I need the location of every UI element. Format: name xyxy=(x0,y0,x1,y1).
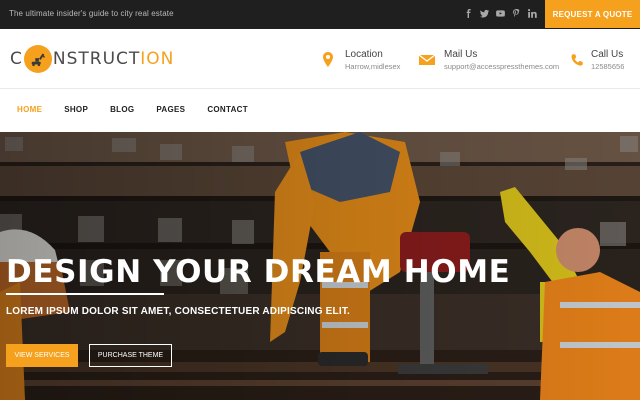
top-bar: The ultimate insider's guide to city rea… xyxy=(0,0,640,29)
mail-label: Mail Us xyxy=(444,49,478,60)
location-value: Harrow,midlesex xyxy=(345,62,401,71)
site-logo[interactable]: C NSTRUCT ION xyxy=(10,45,174,73)
twitter-icon[interactable] xyxy=(480,8,489,18)
social-links xyxy=(464,8,537,18)
phone-icon xyxy=(570,51,584,69)
youtube-icon[interactable] xyxy=(496,8,505,18)
hero-banner: DESIGN YOUR DREAM HOME LOREM IPSUM DOLOR… xyxy=(0,132,640,400)
main-nav: HOME SHOP BLOG PAGES CONTACT xyxy=(0,90,640,132)
logo-prefix: C xyxy=(10,49,23,69)
nav-item-contact[interactable]: CONTACT xyxy=(207,105,248,114)
envelope-icon xyxy=(418,51,436,69)
pinterest-icon[interactable] xyxy=(512,8,521,18)
call-info: Call Us 12585656 xyxy=(570,49,624,73)
hero-divider xyxy=(6,293,164,295)
hero-title: DESIGN YOUR DREAM HOME xyxy=(6,254,511,290)
tagline: The ultimate insider's guide to city rea… xyxy=(9,9,174,18)
purchase-theme-button[interactable]: PURCHASE THEME xyxy=(89,344,172,367)
view-services-button[interactable]: VIEW SERVICES xyxy=(6,344,78,367)
call-label: Call Us xyxy=(591,49,624,60)
mail-value[interactable]: support@accesspressthemes.com xyxy=(444,61,559,73)
site-header: C NSTRUCT ION Location Harrow,midlesex M… xyxy=(0,29,640,89)
location-info: Location Harrow,midlesex xyxy=(319,49,400,73)
map-pin-icon xyxy=(319,51,337,69)
mail-info: Mail Us support@accesspressthemes.com xyxy=(418,49,559,73)
nav-item-pages[interactable]: PAGES xyxy=(156,105,185,114)
nav-item-home[interactable]: HOME xyxy=(17,105,42,114)
nav-item-shop[interactable]: SHOP xyxy=(64,105,88,114)
call-value[interactable]: 12585656 xyxy=(591,61,624,73)
logo-accent: ION xyxy=(140,49,175,69)
facebook-icon[interactable] xyxy=(464,8,473,18)
request-quote-button[interactable]: REQUEST A QUOTE xyxy=(545,0,640,28)
logo-middle: NSTRUCT xyxy=(52,49,141,69)
logo-emblem-icon xyxy=(23,45,52,73)
nav-item-blog[interactable]: BLOG xyxy=(110,105,134,114)
linkedin-icon[interactable] xyxy=(528,8,537,18)
location-label: Location xyxy=(345,49,383,60)
hero-subtitle: LOREM IPSUM DOLOR SIT AMET, CONSECTETUER… xyxy=(6,306,351,317)
